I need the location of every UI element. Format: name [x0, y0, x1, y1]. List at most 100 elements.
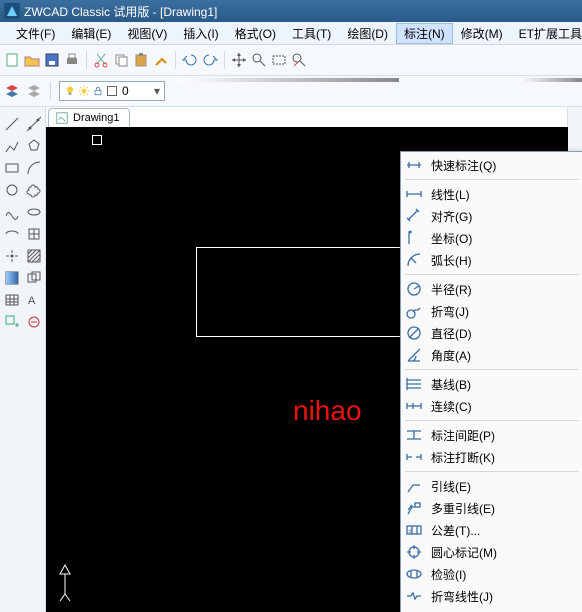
baseline-icon [405, 375, 423, 393]
chevron-down-icon: ▾ [154, 84, 160, 98]
xline-tool[interactable] [25, 115, 43, 133]
menu-item-aligned[interactable]: 对齐(G) [401, 205, 582, 227]
menu-item-jogged[interactable]: 折弯(J) [401, 300, 582, 322]
menu-item-ordinate[interactable]: 坐标(O) [401, 227, 582, 249]
workspace: A Drawing1 nihao 快速标注(Q)线性(L)对齐(G)坐标(O)弧… [0, 107, 582, 612]
menu-item-break[interactable]: 标注打断(K) [401, 446, 582, 468]
cut-icon[interactable] [93, 52, 109, 68]
menu-item-label: 直径(D) [431, 325, 472, 342]
menu-绘图[interactable]: 绘图(D) [339, 23, 396, 44]
aligned-icon [405, 207, 423, 225]
match-icon[interactable] [153, 52, 169, 68]
layer-states-icon[interactable] [26, 83, 42, 99]
layer-manager-icon[interactable] [4, 83, 20, 99]
separator [175, 51, 176, 69]
menu-item-radius[interactable]: 半径(R) [401, 278, 582, 300]
menu-文件[interactable]: 文件(F) [8, 23, 63, 44]
zoom-window-icon[interactable] [271, 52, 287, 68]
menu-item-inspect[interactable]: 检验(I) [401, 563, 582, 585]
print-icon[interactable] [64, 52, 80, 68]
menu-编辑[interactable]: 编辑(E) [63, 23, 119, 44]
bulb-on-icon [64, 85, 76, 97]
menu-separator [405, 369, 579, 370]
menubar: 文件(F)编辑(E)视图(V)插入(I)格式(O)工具(T)绘图(D)标注(N)… [0, 22, 582, 45]
menu-separator [405, 471, 579, 472]
center-icon [405, 543, 423, 561]
drawing-icon [55, 111, 69, 125]
new-icon[interactable] [4, 52, 20, 68]
ucs-icon [56, 557, 84, 605]
point-tool[interactable] [3, 247, 21, 265]
tool20-tool[interactable] [25, 313, 43, 331]
document-tab[interactable]: Drawing1 [48, 108, 130, 127]
revcloud-tool[interactable] [25, 181, 43, 199]
menu-item-linear[interactable]: 线性(L) [401, 183, 582, 205]
table-tool[interactable] [3, 291, 21, 309]
menu-item-mleader[interactable]: 多重引线(E) [401, 497, 582, 519]
undo-icon[interactable] [182, 52, 198, 68]
menu-视图[interactable]: 视图(V) [119, 23, 175, 44]
menu-item-space[interactable]: 标注间距(P) [401, 424, 582, 446]
menu-标注[interactable]: 标注(N) [396, 23, 453, 44]
grad-tool[interactable] [3, 269, 21, 287]
menu-item-center[interactable]: 圆心标记(M) [401, 541, 582, 563]
decor-gradient [519, 78, 582, 82]
redo-icon[interactable] [202, 52, 218, 68]
menu-item-diameter[interactable]: 直径(D) [401, 322, 582, 344]
mtext-tool[interactable]: A [25, 291, 43, 309]
menu-item-continue[interactable]: 连续(C) [401, 395, 582, 417]
spline-tool[interactable] [3, 203, 21, 221]
pan-icon[interactable] [231, 52, 247, 68]
menu-item-label: 折弯(J) [431, 303, 469, 320]
copy-icon[interactable] [113, 52, 129, 68]
menu-item-label: 坐标(O) [431, 230, 472, 247]
menu-ET扩展工具[interactable]: ET扩展工具(X) [511, 23, 582, 44]
menu-工具[interactable]: 工具(T) [284, 23, 339, 44]
menu-item-angular[interactable]: 角度(A) [401, 344, 582, 366]
menu-item-quick-dim[interactable]: 快速标注(Q) [401, 154, 582, 176]
ellarc-tool[interactable] [3, 225, 21, 243]
menu-item-label: 半径(R) [431, 281, 472, 298]
polygon-tool[interactable] [25, 137, 43, 155]
menu-item-tolerance[interactable]: ±公差(T)... [401, 519, 582, 541]
menu-item-jogged2[interactable]: 折弯线性(J) [401, 585, 582, 607]
ordinate-icon [405, 229, 423, 247]
dimension-menu: 快速标注(Q) 线性(L) 对齐(G) 坐标(O) 弧长(H) 半径(R) 折弯(J) 直径(… [400, 151, 582, 612]
menu-插入[interactable]: 插入(I) [175, 23, 226, 44]
zoom-icon[interactable] [251, 52, 267, 68]
save-icon[interactable] [44, 52, 60, 68]
titlebar: ZWCAD Classic 试用版 - [Drawing1] [0, 0, 582, 22]
menu-item-oblique[interactable]: 倾斜(F) [401, 607, 582, 612]
block-tool[interactable] [25, 225, 43, 243]
pline-tool[interactable] [3, 137, 21, 155]
menu-item-label: 角度(A) [431, 347, 471, 364]
layer-name[interactable] [120, 83, 152, 99]
menu-separator [405, 420, 579, 421]
addsel-tool[interactable] [3, 313, 21, 331]
region-tool[interactable] [25, 269, 43, 287]
hatch-tool[interactable] [25, 247, 43, 265]
layer-combo[interactable]: ▾ [59, 81, 165, 101]
ellipse-tool[interactable] [25, 203, 43, 221]
arc2-tool[interactable] [25, 159, 43, 177]
menu-修改[interactable]: 修改(M) [453, 23, 511, 44]
menu-item-baseline[interactable]: 基线(B) [401, 373, 582, 395]
open-icon[interactable] [24, 52, 40, 68]
rect-tool[interactable] [3, 159, 21, 177]
sun-icon [78, 85, 90, 97]
linear-icon [405, 185, 423, 203]
menu-item-leader[interactable]: 引线(E) [401, 475, 582, 497]
circle-tool[interactable] [3, 181, 21, 199]
arc-icon [405, 251, 423, 269]
menu-item-label: 基线(B) [431, 376, 471, 393]
paste-icon[interactable] [133, 52, 149, 68]
menu-格式[interactable]: 格式(O) [227, 23, 284, 44]
menu-item-arc[interactable]: 弧长(H) [401, 249, 582, 271]
zoom-prev-icon[interactable] [291, 52, 307, 68]
drawn-rectangle [196, 247, 403, 337]
line-tool[interactable] [3, 115, 21, 133]
jogged2-icon [405, 587, 423, 605]
menu-item-label: 对齐(G) [431, 208, 472, 225]
separator [50, 82, 51, 100]
tool-palette-left: A [0, 107, 46, 612]
